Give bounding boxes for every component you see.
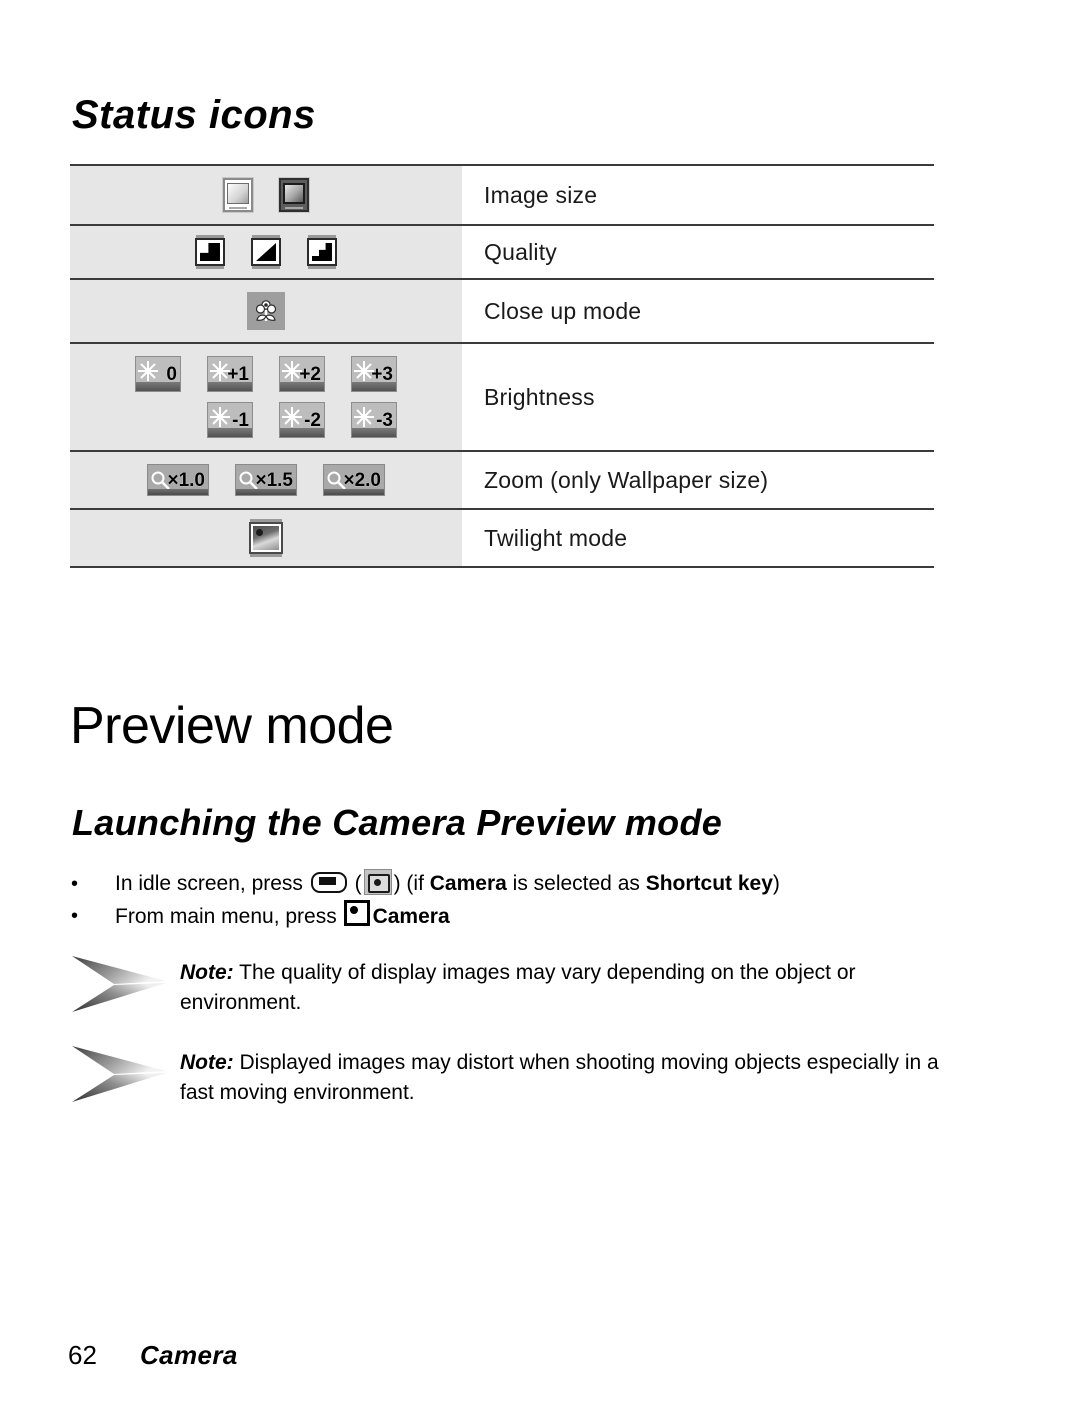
note-body: Displayed images may distort when shooti… <box>180 1051 939 1104</box>
bullet-marker: • <box>71 905 79 927</box>
image-size-large-icon <box>223 178 253 212</box>
brightness-minus-3-icon: -3 <box>351 402 397 438</box>
note-text: Note: Displayed images may distort when … <box>180 1042 950 1108</box>
note-label: Note: <box>180 961 234 984</box>
brightness-0-icon: 0 <box>135 356 181 392</box>
list-item: • From main menu, press Camera <box>68 900 968 933</box>
image-size-small-icon <box>279 178 309 212</box>
quality-super-fine-icon <box>195 238 225 266</box>
zoom-x1-5-icon: ×1.5 <box>235 464 297 496</box>
table-row: Close up mode <box>70 279 934 343</box>
ok-key-icon <box>343 900 370 926</box>
text-fragment: In idle screen, press <box>115 872 309 895</box>
brightness-plus-3-icon: +3 <box>351 356 397 392</box>
row-label-brightness: Brightness <box>462 343 934 451</box>
list-item-text: From main menu, press Camera <box>115 900 968 933</box>
table-row: 0 +1 +2 +3 -1 -2 -3 Brightness <box>70 343 934 451</box>
table-row: Twilight mode <box>70 509 934 567</box>
row-label-twilight-mode: Twilight mode <box>462 509 934 567</box>
bullet-marker: • <box>71 873 79 895</box>
brightness-plus-1-icon: +1 <box>207 356 253 392</box>
brightness-value: +2 <box>299 363 321 385</box>
icon-cell-image-size <box>70 165 462 225</box>
page-title: Status icons <box>72 93 316 137</box>
icon-cell-brightness: 0 +1 +2 +3 -1 -2 -3 <box>70 343 462 451</box>
emphasis-camera: Camera <box>372 905 450 928</box>
row-label-close-up-mode: Close up mode <box>462 279 934 343</box>
text-fragment: From main menu, press <box>115 905 343 928</box>
note-arrow-icon <box>70 1044 180 1106</box>
note-text: Note: The quality of display images may … <box>180 952 950 1018</box>
row-label-image-size: Image size <box>462 165 934 225</box>
close-up-flower-icon <box>247 292 285 330</box>
brightness-plus-2-icon: +2 <box>279 356 325 392</box>
brightness-value: -2 <box>304 409 321 431</box>
manual-page: Status icons Image size Quality Close up… <box>0 0 1080 1408</box>
instruction-list: • In idle screen, press ( ) (if Camera is… <box>68 868 968 933</box>
brightness-value: 0 <box>166 363 177 385</box>
zoom-value: ×2.0 <box>343 469 381 491</box>
table-row: Quality <box>70 225 934 279</box>
brightness-value: +3 <box>371 363 393 385</box>
status-icons-table: Image size Quality Close up mode 0 +1 +2… <box>70 164 934 568</box>
brightness-minus-2-icon: -2 <box>279 402 325 438</box>
icon-cell-zoom: ×1.0 ×1.5 ×2.0 <box>70 451 462 509</box>
footer-section-name: Camera <box>140 1340 238 1370</box>
row-label-zoom: Zoom (only Wallpaper size) <box>462 451 934 509</box>
camera-key-icon <box>363 869 392 895</box>
text-fragment: ( <box>348 872 362 895</box>
zoom-value: ×1.5 <box>255 469 293 491</box>
brightness-value: -3 <box>376 409 393 431</box>
chapter-heading: Preview mode <box>70 697 394 755</box>
text-fragment: is selected as <box>506 872 646 895</box>
note-block: Note: The quality of display images may … <box>70 952 950 1018</box>
note-block: Note: Displayed images may distort when … <box>70 1042 950 1108</box>
note-body: The quality of display images may vary d… <box>180 961 856 1014</box>
page-footer: 62 Camera <box>68 1340 238 1371</box>
subsection-heading: Launching the Camera Preview mode <box>72 802 723 843</box>
note-arrow-icon <box>70 954 180 1016</box>
zoom-x2-0-icon: ×2.0 <box>323 464 385 496</box>
soft-key-icon <box>310 872 347 893</box>
twilight-mode-icon <box>249 522 283 554</box>
icon-cell-twilight <box>70 509 462 567</box>
brightness-minus-1-icon: -1 <box>207 402 253 438</box>
emphasis-shortcut-key: Shortcut key <box>645 872 773 895</box>
brightness-value: -1 <box>232 409 249 431</box>
page-number: 62 <box>68 1340 97 1370</box>
note-label: Note: <box>180 1051 234 1074</box>
list-item-text: In idle screen, press ( ) (if Camera is s… <box>115 868 968 900</box>
emphasis-camera: Camera <box>429 872 507 895</box>
row-label-quality: Quality <box>462 225 934 279</box>
brightness-value: +1 <box>227 363 249 385</box>
quality-fine-icon <box>251 238 281 266</box>
quality-normal-icon <box>307 238 337 266</box>
table-row: Image size <box>70 165 934 225</box>
icon-cell-close-up <box>70 279 462 343</box>
text-fragment: ) (if <box>393 872 430 895</box>
zoom-value: ×1.0 <box>167 469 205 491</box>
table-row: ×1.0 ×1.5 ×2.0 Zoom (only Wallpaper size… <box>70 451 934 509</box>
icon-cell-quality <box>70 225 462 279</box>
zoom-x1-0-icon: ×1.0 <box>147 464 209 496</box>
text-fragment: ) <box>772 872 780 895</box>
list-item: • In idle screen, press ( ) (if Camera is… <box>68 868 968 900</box>
